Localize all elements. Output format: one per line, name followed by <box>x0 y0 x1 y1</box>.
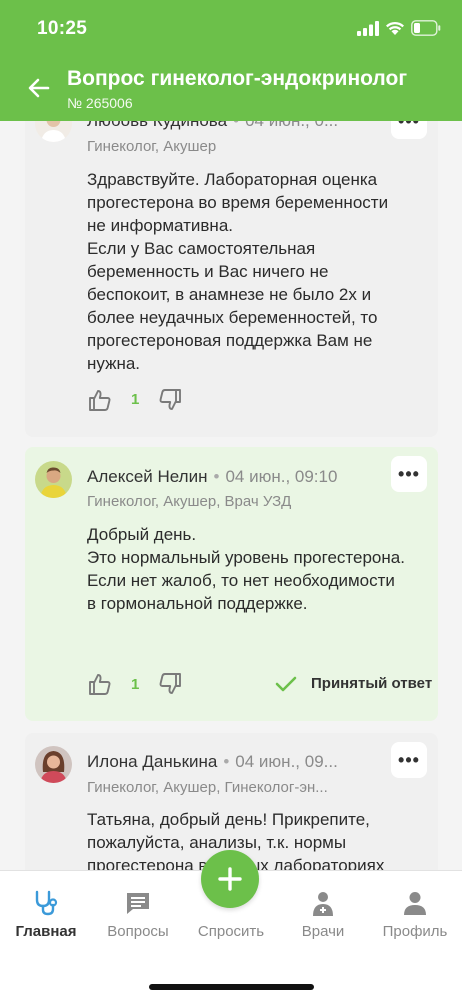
answers-feed[interactable]: Любовь Кудинова•04 июн., 0... ••• Гинеко… <box>0 121 462 870</box>
more-options-button[interactable]: ••• <box>391 456 427 492</box>
app-header: 10:25 Вопрос гинеколог-эндокринолог № 26… <box>0 0 462 121</box>
dislike-button[interactable] <box>157 669 183 699</box>
answer-date: 04 июн., 09... <box>235 752 338 771</box>
answer-text: Здравствуйте. Лабораторная оценка прогес… <box>87 170 389 373</box>
battery-icon <box>411 20 441 36</box>
tab-doctors-label: Врачи <box>301 923 345 940</box>
status-time: 10:25 <box>37 18 88 39</box>
doctor-specialty: Гинеколог, Акушер, Врач УЗД <box>87 493 292 510</box>
back-arrow-icon[interactable] <box>26 75 52 101</box>
user-icon <box>404 892 426 915</box>
answer-date: 04 июн., 0... <box>245 121 338 130</box>
doctor-icon <box>313 892 333 916</box>
chat-bubble-icon <box>127 893 149 914</box>
answer-date: 04 июн., 09:10 <box>225 467 338 486</box>
wifi-icon <box>386 21 404 35</box>
like-button[interactable] <box>87 669 113 699</box>
avatar[interactable] <box>35 121 72 142</box>
tab-home-label: Главная <box>15 923 77 940</box>
doctor-specialty: Гинеколог, Акушер <box>87 138 217 155</box>
status-bar: 10:25 <box>0 0 462 58</box>
checkmark-icon <box>275 676 297 691</box>
plus-icon <box>218 867 242 891</box>
cellular-signal-icon <box>357 21 379 36</box>
thumbs-up-icon <box>89 674 111 695</box>
doctor-name-line: Алексей Нелин • 04 июн., 09:10 <box>87 467 338 486</box>
like-button[interactable] <box>87 385 113 415</box>
thumbs-up-icon <box>89 390 111 411</box>
tab-questions-label: Вопросы <box>107 923 169 940</box>
home-indicator <box>149 984 314 990</box>
tab-doctors[interactable]: Врачи <box>277 889 369 940</box>
avatar[interactable] <box>35 461 72 498</box>
tab-questions[interactable]: Вопросы <box>92 889 184 940</box>
answer-card: Любовь Кудинова•04 июн., 0... ••• Гинеко… <box>25 121 438 437</box>
stethoscope-icon <box>35 890 58 916</box>
thumbs-down-icon <box>159 389 181 410</box>
more-options-button[interactable]: ••• <box>391 742 427 778</box>
accepted-answer-label: Принятый ответ <box>311 675 433 692</box>
page-title: Вопрос гинеколог-эндокринолог <box>67 67 408 90</box>
tab-ask-label[interactable]: Спросить <box>186 923 276 940</box>
accepted-answer-card: Алексей Нелин • 04 июн., 09:10 ••• Гинекол… <box>25 447 438 721</box>
ask-question-button[interactable] <box>201 850 259 908</box>
dislike-button[interactable] <box>157 385 183 415</box>
like-count: 1 <box>131 391 140 408</box>
more-options-button[interactable]: ••• <box>391 121 427 139</box>
doctor-specialty: Гинеколог, Акушер, Гинеколог-эн... <box>87 779 328 796</box>
thumbs-down-icon <box>159 673 181 694</box>
question-number: № 265006 <box>67 95 133 111</box>
like-count: 1 <box>131 676 140 693</box>
doctor-name[interactable]: Алексей Нелин <box>87 467 208 486</box>
tab-profile[interactable]: Профиль <box>369 889 461 940</box>
tab-home[interactable]: Главная <box>0 889 92 940</box>
avatar[interactable] <box>35 746 72 783</box>
doctor-name[interactable]: Илона Данькина <box>87 752 217 771</box>
doctor-name-line: Илона Данькина • 04 июн., 09... <box>87 752 338 771</box>
doctor-name[interactable]: Любовь Кудинова <box>87 121 227 130</box>
accepted-answer-badge: Принятый ответ <box>275 675 432 692</box>
tab-profile-label: Профиль <box>382 923 448 940</box>
doctor-name-line: Любовь Кудинова•04 июн., 0... <box>87 121 382 131</box>
answer-text: Добрый день. Это нормальный уровень прог… <box>87 525 405 613</box>
